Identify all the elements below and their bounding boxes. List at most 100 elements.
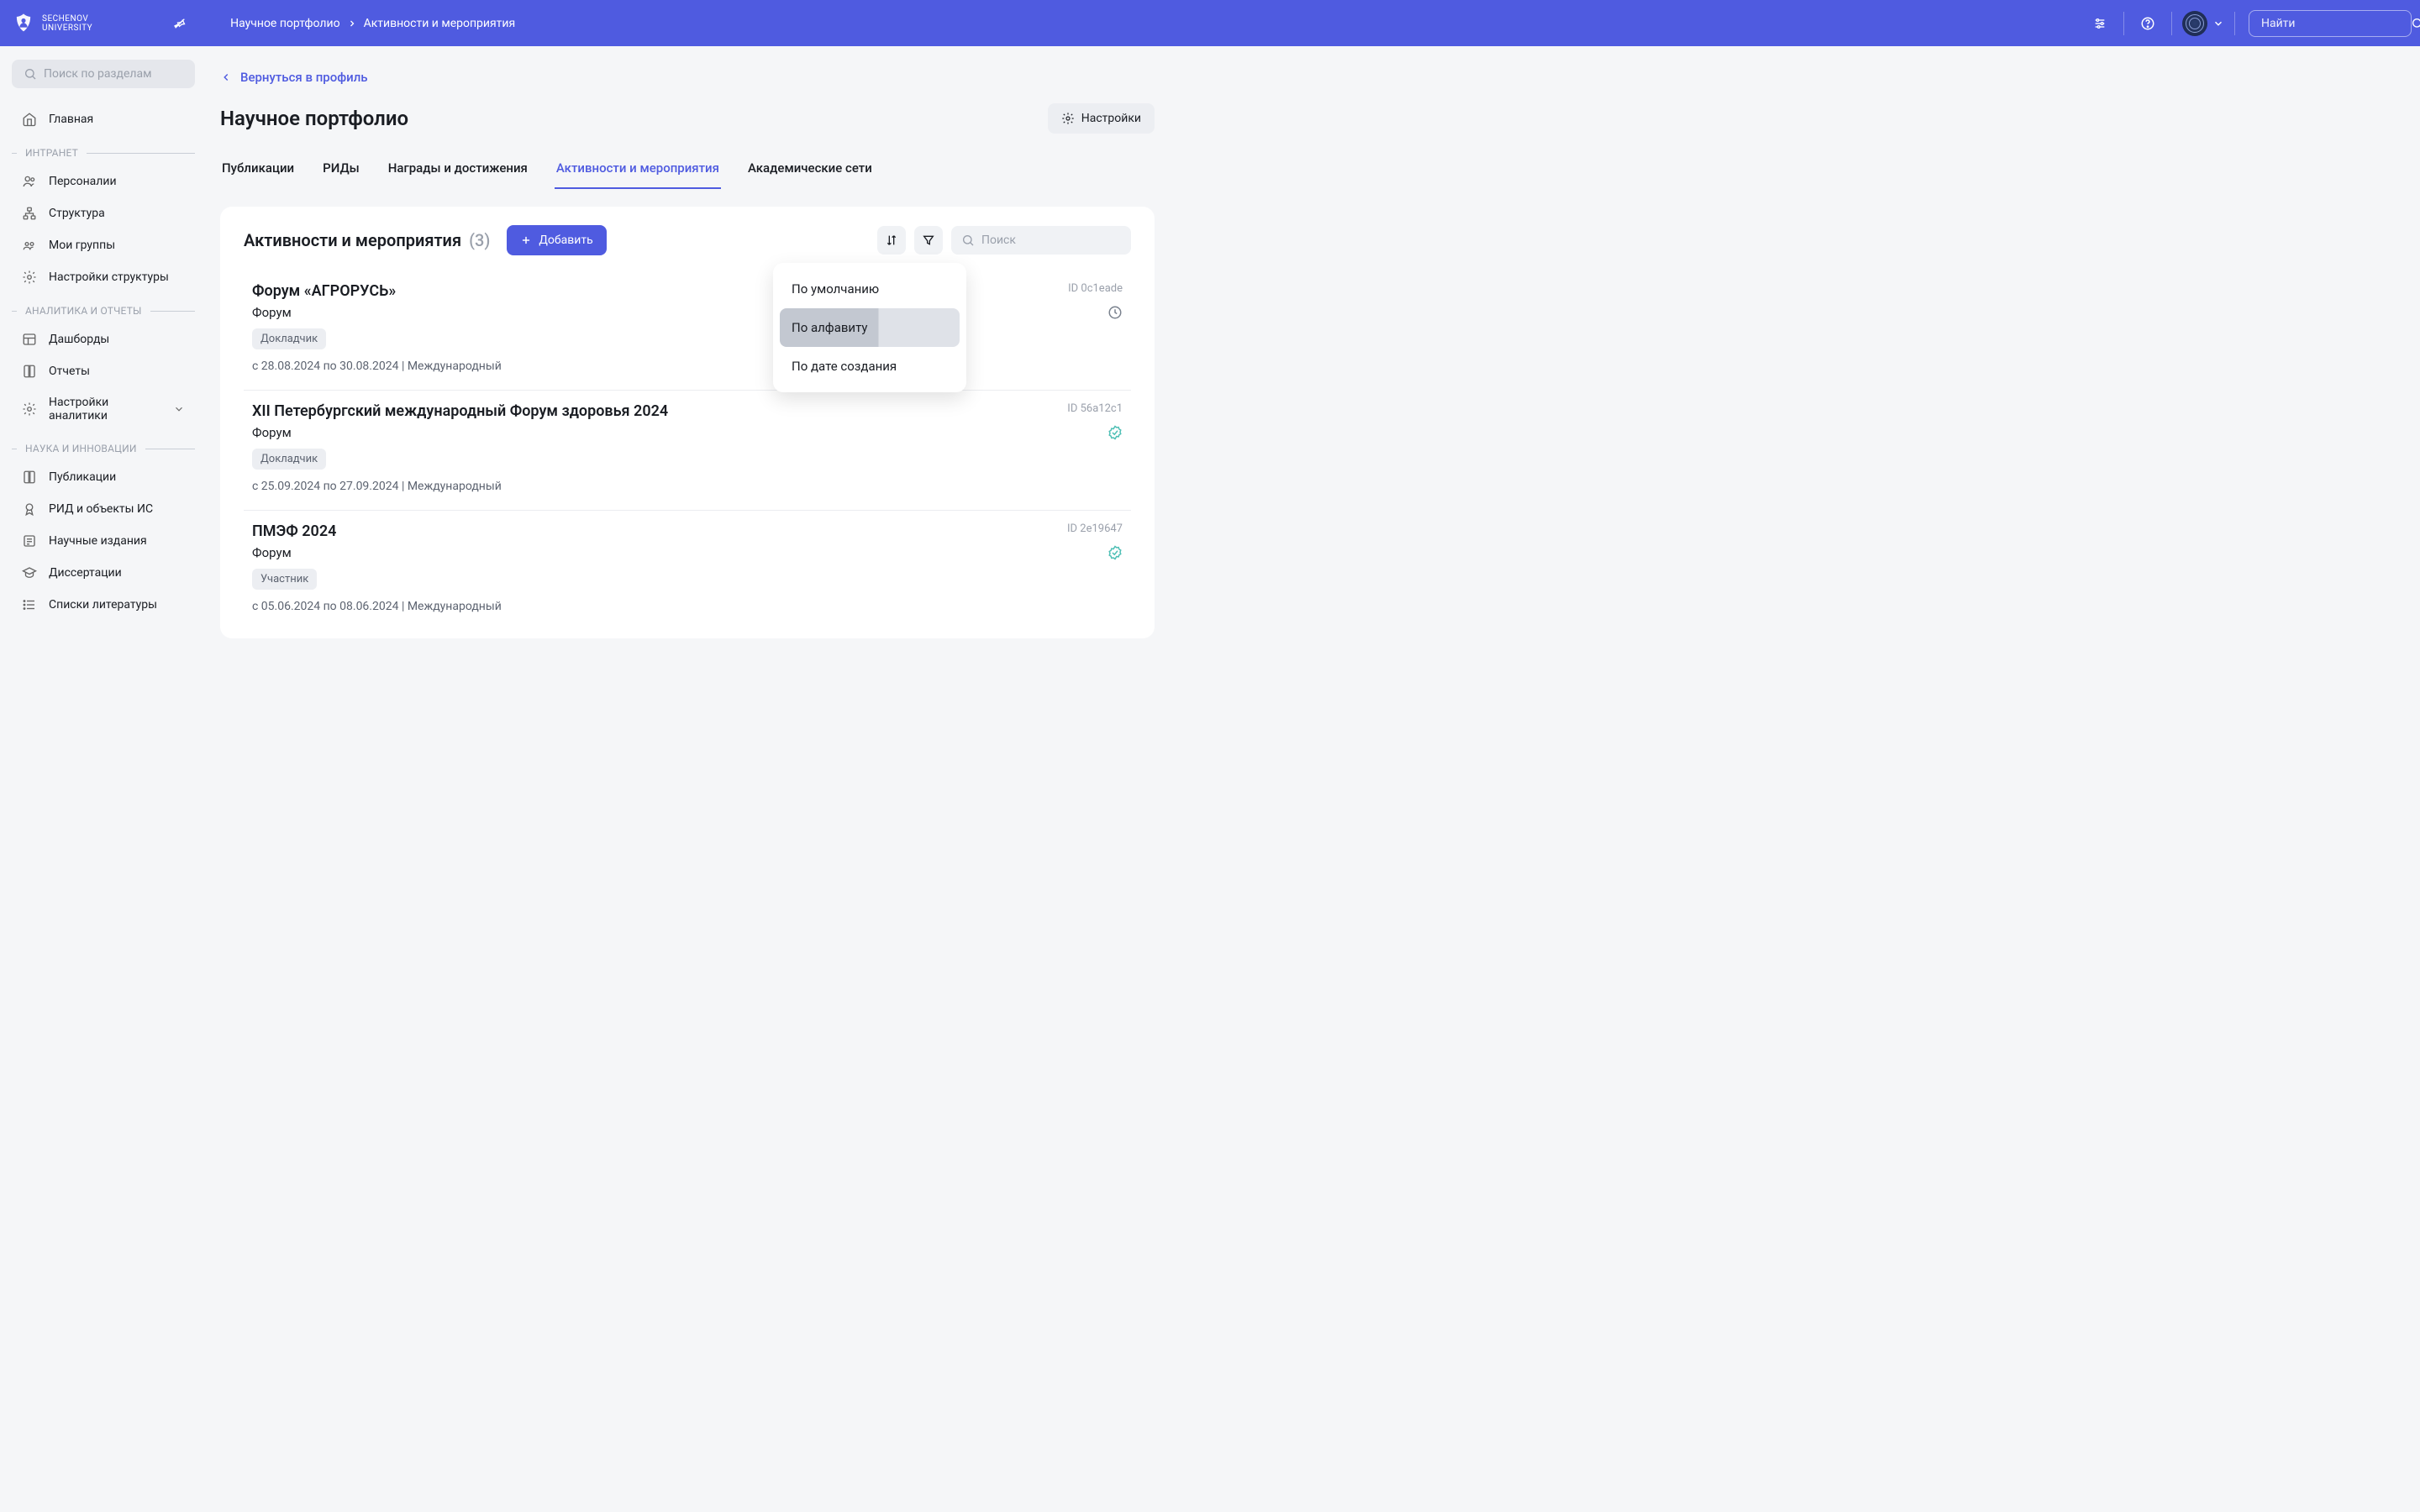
tab-networks[interactable]: Академические сети xyxy=(746,154,874,189)
tab-publications[interactable]: Публикации xyxy=(220,154,296,189)
sort-option-alpha[interactable]: По алфавиту xyxy=(780,308,960,347)
header-search[interactable] xyxy=(2249,10,2412,37)
event-item[interactable]: XII Петербургский международный Форум зд… xyxy=(244,391,1131,511)
sidebar-item-groups[interactable]: Мои группы xyxy=(12,229,195,261)
event-title: ПМЭФ 2024 xyxy=(252,522,336,540)
group-icon xyxy=(22,238,37,253)
sidebar-item-label: Главная xyxy=(49,113,93,126)
avatar-menu[interactable] xyxy=(2177,11,2229,36)
sort-option-date[interactable]: По дате создания xyxy=(780,347,960,386)
gear-icon xyxy=(1061,112,1075,125)
tab-awards[interactable]: Награды и достижения xyxy=(387,154,529,189)
sidebar-item-label: Списки литературы xyxy=(49,598,157,612)
sidebar-search[interactable] xyxy=(12,60,195,88)
home-icon xyxy=(22,112,37,127)
event-item[interactable]: ПМЭФ 2024 ID 2e19647 Форум Участник с 05… xyxy=(244,511,1131,630)
logo-text: SECHENOV UNIVERSITY xyxy=(42,14,92,33)
sitemap-icon xyxy=(22,206,37,221)
settings-button[interactable]: Настройки xyxy=(1048,103,1155,134)
main: Вернуться в профиль Научное портфолио На… xyxy=(207,46,1155,672)
settings-sliders-button[interactable] xyxy=(2081,5,2118,42)
settings-label: Настройки xyxy=(1081,112,1141,125)
add-button[interactable]: Добавить xyxy=(507,225,606,255)
layout-icon xyxy=(22,332,37,347)
add-label: Добавить xyxy=(539,234,592,247)
sidebar-item-bibliography[interactable]: Списки литературы xyxy=(12,589,195,621)
search-icon xyxy=(961,234,975,247)
badge-verified-icon xyxy=(1107,545,1123,560)
event-id: ID 56a12c1 xyxy=(1067,402,1123,415)
sidebar-item-dissertations[interactable]: Диссертации xyxy=(12,557,195,589)
list-icon xyxy=(22,597,37,612)
badge-verified-icon xyxy=(1107,425,1123,440)
users-icon xyxy=(22,174,37,189)
event-role-badge: Докладчик xyxy=(252,328,326,349)
breadcrumb-item-0[interactable]: Научное портфолио xyxy=(230,17,339,30)
sidebar-item-reports[interactable]: Отчеты xyxy=(12,355,195,387)
sidebar-item-label: Настройки аналитики xyxy=(49,396,161,423)
sort-button[interactable] xyxy=(877,226,906,255)
event-item[interactable]: Форум «АГРОРУСЬ» ID 0c1eade Форум Доклад… xyxy=(244,270,1131,391)
back-link[interactable]: Вернуться в профиль xyxy=(220,70,368,85)
card-count: (3) xyxy=(469,230,490,250)
card-search-input[interactable] xyxy=(981,234,1131,247)
sidebar-item-structure-settings[interactable]: Настройки структуры xyxy=(12,261,195,293)
sidebar: Главная ИНТРАНЕТ Персоналии Структура Мо… xyxy=(0,46,207,672)
chevron-right-icon xyxy=(347,18,357,29)
book-icon xyxy=(22,470,37,485)
page-title: Научное портфолио xyxy=(220,107,408,130)
logo-icon xyxy=(12,12,35,35)
events-card: Активности и мероприятия (3) Добавить xyxy=(220,207,1155,638)
header-right xyxy=(2081,5,2412,42)
event-meta: с 28.08.2024 по 30.08.2024 | Международн… xyxy=(252,360,1123,373)
pin-button[interactable] xyxy=(163,7,197,40)
logo[interactable]: SECHENOV UNIVERSITY xyxy=(0,12,104,35)
event-title: Форум «АГРОРУСЬ» xyxy=(252,282,396,300)
back-label: Вернуться в профиль xyxy=(240,70,368,85)
newspaper-icon xyxy=(22,533,37,549)
sidebar-item-personnel[interactable]: Персоналии xyxy=(12,165,195,197)
chevron-down-icon xyxy=(173,403,185,415)
sidebar-item-publications[interactable]: Публикации xyxy=(12,461,195,493)
search-icon xyxy=(24,67,37,81)
event-role-badge: Участник xyxy=(252,569,317,590)
card-search[interactable] xyxy=(951,226,1131,255)
divider xyxy=(2123,12,2124,35)
sidebar-item-journals[interactable]: Научные издания xyxy=(12,525,195,557)
event-meta: с 25.09.2024 по 27.09.2024 | Международн… xyxy=(252,480,1123,493)
header: SECHENOV UNIVERSITY Научное портфолио Ак… xyxy=(0,0,2420,46)
tabs: Публикации РИДы Награды и достижения Акт… xyxy=(220,154,1155,190)
event-type: Форум xyxy=(252,305,292,320)
sidebar-item-label: РИД и объекты ИС xyxy=(49,502,153,516)
avatar xyxy=(2182,11,2207,36)
event-id: ID 0c1eade xyxy=(1068,282,1123,295)
breadcrumb: Научное портфолио Активности и мероприят… xyxy=(230,17,515,30)
sort-option-default[interactable]: По умолчанию xyxy=(780,270,960,308)
sidebar-search-input[interactable] xyxy=(44,67,193,81)
sidebar-item-analytics-settings[interactable]: Настройки аналитики xyxy=(12,387,195,431)
event-id: ID 2e19647 xyxy=(1067,522,1123,535)
clock-icon xyxy=(1107,305,1123,320)
breadcrumb-item-1[interactable]: Активности и мероприятия xyxy=(364,17,516,30)
sidebar-section-header: НАУКА И ИННОВАЦИИ xyxy=(12,431,195,461)
sidebar-item-label: Дашборды xyxy=(49,333,109,346)
sidebar-item-dashboards[interactable]: Дашборды xyxy=(12,323,195,355)
sidebar-item-label: Публикации xyxy=(49,470,116,484)
sidebar-item-structure[interactable]: Структура xyxy=(12,197,195,229)
sidebar-section-header: АНАЛИТИКА И ОТЧЕТЫ xyxy=(12,293,195,323)
event-role-badge: Докладчик xyxy=(252,449,326,470)
gear-icon xyxy=(22,270,37,285)
chevron-down-icon xyxy=(2212,18,2224,29)
filter-button[interactable] xyxy=(914,226,943,255)
header-search-input[interactable] xyxy=(2261,17,2411,30)
sidebar-item-home[interactable]: Главная xyxy=(12,103,195,135)
help-button[interactable] xyxy=(2129,5,2166,42)
sidebar-item-rid[interactable]: РИД и объекты ИС xyxy=(12,493,195,525)
event-meta: с 05.06.2024 по 08.06.2024 | Международн… xyxy=(252,600,1123,613)
sidebar-item-label: Научные издания xyxy=(49,534,147,548)
book-icon xyxy=(22,364,37,379)
award-icon xyxy=(22,501,37,517)
tab-rids[interactable]: РИДы xyxy=(321,154,361,189)
sidebar-item-label: Персоналии xyxy=(49,175,117,188)
tab-activities[interactable]: Активности и мероприятия xyxy=(555,154,721,189)
